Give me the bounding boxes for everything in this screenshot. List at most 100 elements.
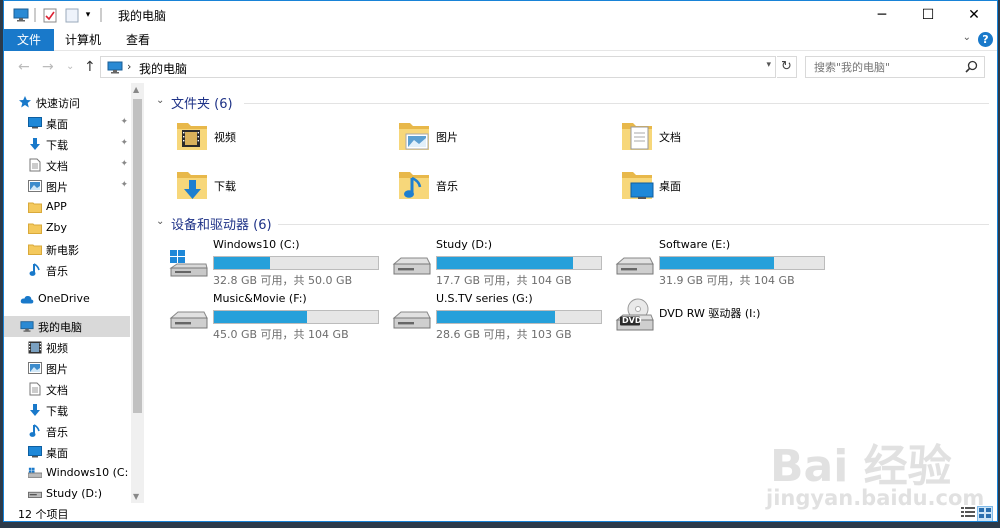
breadcrumb-my-computer[interactable]: 我的电脑	[139, 60, 187, 77]
drive-item[interactable]: DVD DVD RW 驱动器 (I:)	[615, 292, 835, 338]
nav-item-label: Zby	[46, 221, 68, 234]
drive-name: Music&Movie (F:)	[213, 292, 307, 305]
hard-drive-icon	[169, 298, 209, 332]
nav-item-label: 下载	[46, 405, 68, 418]
address-row: ← → ⌄ ↑ › 我的电脑 ▾ ↻	[4, 51, 997, 83]
chevron-down-icon[interactable]: ⌄	[156, 95, 164, 106]
nav-item[interactable]: 图片	[4, 358, 130, 379]
properties-icon[interactable]	[42, 7, 58, 23]
folder-item[interactable]: 图片	[396, 117, 596, 157]
folder-item[interactable]: 桌面	[619, 166, 819, 206]
nav-item[interactable]: Zby	[4, 218, 130, 239]
windows-drive-icon	[169, 244, 209, 278]
address-bar[interactable]: › 我的电脑 ▾	[100, 56, 776, 78]
nav-item[interactable]: OneDrive	[4, 289, 130, 310]
up-button[interactable]: ↑	[84, 59, 96, 75]
computer-icon[interactable]	[12, 7, 30, 23]
chevron-down-icon[interactable]: ⌄	[156, 216, 164, 227]
window-title: 我的电脑	[118, 9, 167, 23]
tab-view[interactable]: 查看	[118, 29, 158, 51]
nav-item[interactable]: 下载	[4, 400, 130, 421]
address-dropdown-icon[interactable]: ▾	[766, 60, 771, 70]
search-box[interactable]	[805, 56, 985, 78]
close-button[interactable]: ✕	[951, 1, 997, 29]
document-icon	[28, 158, 42, 172]
drive-usage-bar	[213, 310, 379, 324]
drive-name: Windows10 (C:)	[213, 238, 300, 251]
nav-item[interactable]: 新电影	[4, 239, 130, 260]
breadcrumb-separator[interactable]: ›	[127, 60, 131, 73]
nav-item[interactable]: 音乐	[4, 260, 130, 281]
nav-item[interactable]: 我的电脑	[4, 316, 130, 337]
drive-item[interactable]: U.S.TV series (G:) 28.6 GB 可用，共 103 GB	[392, 292, 612, 341]
title-bar: ▾ 我的电脑 ─ ☐ ✕	[4, 1, 997, 29]
drive-free-space: 32.8 GB 可用，共 50.0 GB	[213, 274, 353, 287]
folder-item[interactable]: 音乐	[396, 166, 596, 206]
explorer-window: ▾ 我的电脑 ─ ☐ ✕ 文件 计算机 查看 ⌄ ? ← → ⌄ ↑ › 我的电…	[3, 0, 998, 522]
nav-item[interactable]: APP	[4, 197, 130, 218]
video-icon	[28, 340, 42, 354]
dvd-label: DVD	[622, 316, 642, 325]
nav-item[interactable]: 快速访问	[4, 92, 130, 113]
nav-item[interactable]: 文档	[4, 379, 130, 400]
drive-free-space: 45.0 GB 可用，共 104 GB	[213, 328, 349, 341]
search-input[interactable]	[806, 57, 956, 77]
tiles-view-icon[interactable]	[977, 506, 993, 521]
nav-item-label: Windows10 (C:	[46, 466, 129, 479]
nav-item[interactable]: Study (D:)	[4, 484, 130, 505]
minimize-button[interactable]: ─	[859, 1, 905, 29]
details-view-icon[interactable]	[961, 506, 975, 521]
folder-label: 下载	[214, 180, 236, 193]
nav-scrollbar[interactable]: ▲ ▼	[131, 83, 144, 503]
folder-label: 音乐	[436, 180, 458, 193]
nav-item-label: Study (D:)	[46, 487, 103, 500]
drive-usage-bar	[213, 256, 379, 270]
nav-item[interactable]: 视频	[4, 337, 130, 358]
tab-file[interactable]: 文件	[4, 29, 54, 51]
refresh-button[interactable]: ↻	[777, 56, 797, 78]
nav-item[interactable]: 桌面 ✦	[4, 113, 130, 134]
drives-group-header[interactable]: ⌄ 设备和驱动器 (6)	[154, 214, 989, 234]
new-folder-icon[interactable]	[64, 7, 80, 23]
back-button[interactable]: ←	[18, 59, 30, 75]
drive-usage-fill	[214, 257, 270, 269]
folders-group-header[interactable]: ⌄ 文件夹 (6)	[154, 93, 989, 113]
windows-drive-icon	[28, 466, 42, 480]
download-icon	[28, 137, 42, 151]
drive-item[interactable]: Software (E:) 31.9 GB 可用，共 104 GB	[615, 238, 835, 287]
desktop-folder-icon	[619, 166, 655, 202]
nav-item[interactable]: 图片 ✦	[4, 176, 130, 197]
scroll-thumb[interactable]	[133, 99, 142, 413]
cloud-icon	[20, 292, 34, 306]
folder-item[interactable]: 下载	[174, 166, 374, 206]
recent-locations-button[interactable]: ⌄	[66, 61, 74, 72]
drive-item[interactable]: Study (D:) 17.7 GB 可用，共 104 GB	[392, 238, 612, 287]
drive-usage-bar	[436, 256, 602, 270]
drive-free-space: 31.9 GB 可用，共 104 GB	[659, 274, 795, 287]
drive-item[interactable]: Music&Movie (F:) 45.0 GB 可用，共 104 GB	[169, 292, 389, 341]
folder-item[interactable]: 文档	[619, 117, 819, 157]
ribbon-expand-icon[interactable]: ⌄	[963, 32, 971, 43]
pin-icon: ✦	[120, 138, 128, 148]
nav-item[interactable]: 桌面	[4, 442, 130, 463]
pin-icon: ✦	[120, 159, 128, 169]
drive-item[interactable]: Windows10 (C:) 32.8 GB 可用，共 50.0 GB	[169, 238, 389, 287]
scroll-down-icon[interactable]: ▼	[133, 492, 139, 501]
help-icon[interactable]: ?	[978, 32, 993, 47]
computer-icon	[107, 61, 123, 77]
music-folder-icon	[396, 166, 432, 202]
nav-item[interactable]: 下载 ✦	[4, 134, 130, 155]
item-count: 12 个项目	[18, 508, 69, 521]
nav-item[interactable]: 音乐	[4, 421, 130, 442]
maximize-button[interactable]: ☐	[905, 1, 951, 29]
nav-item[interactable]: 文档 ✦	[4, 155, 130, 176]
scroll-up-icon[interactable]: ▲	[133, 85, 139, 94]
customize-toolbar-icon[interactable]: ▾	[82, 7, 94, 23]
folder-item[interactable]: 视频	[174, 117, 374, 157]
nav-item[interactable]: Windows10 (C:	[4, 463, 130, 484]
search-icon[interactable]	[965, 60, 978, 76]
star-icon	[18, 95, 32, 109]
drive-name: U.S.TV series (G:)	[436, 292, 533, 305]
tab-computer[interactable]: 计算机	[60, 29, 106, 51]
forward-button[interactable]: →	[42, 59, 54, 75]
